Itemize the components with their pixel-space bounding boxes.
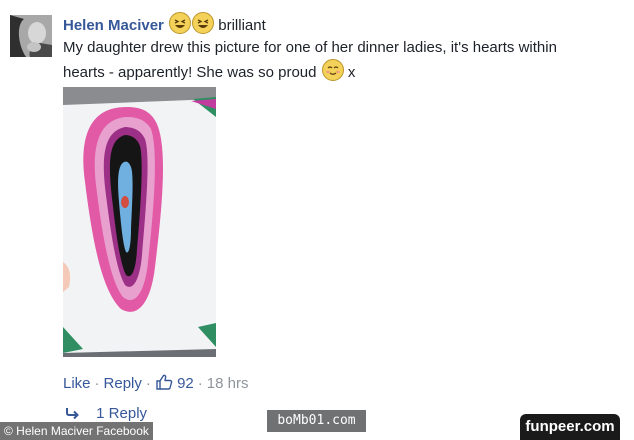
comment-body-suffix: x xyxy=(347,64,356,81)
comment-header: Helen Maciver brilliant xyxy=(63,12,623,37)
timestamp[interactable]: 18 hrs xyxy=(207,375,249,392)
smiling-face-icon xyxy=(321,59,344,81)
comment-body-line: My daughter drew this picture for one of… xyxy=(63,39,557,56)
comment-body-text: hearts - apparently! She was so proud xyxy=(63,64,317,81)
grinning-squint-face-icon xyxy=(169,12,192,34)
comment-body: My daughter drew this picture for one of… xyxy=(63,37,623,84)
grinning-squint-face-icon xyxy=(192,12,215,34)
brand-badge: funpeer.com xyxy=(520,414,620,440)
photo-credit: © Helen Maciver Facebook xyxy=(0,422,153,440)
comment-body-line: hearts - apparently! She was so proud x xyxy=(63,59,623,84)
comment: Helen Maciver brilliant My daughter drew… xyxy=(63,12,623,84)
view-replies[interactable]: 1 Reply xyxy=(66,404,147,424)
avatar[interactable] xyxy=(10,15,52,57)
comment-actions: Like · Reply · 92 · 18 hrs xyxy=(63,373,248,397)
separator: · xyxy=(197,375,203,392)
like-link[interactable]: Like xyxy=(63,375,91,392)
separator: · xyxy=(145,375,151,392)
thumbs-up-icon[interactable] xyxy=(155,373,173,397)
watermark: boMb01.com xyxy=(267,410,366,432)
reply-arrow-icon xyxy=(66,405,84,422)
separator: · xyxy=(94,375,100,392)
like-count[interactable]: 92 xyxy=(177,375,194,392)
reply-link[interactable]: Reply xyxy=(104,375,142,392)
replies-count-link[interactable]: 1 Reply xyxy=(96,405,147,422)
status-text: brilliant xyxy=(218,17,266,34)
attached-photo[interactable] xyxy=(63,87,216,357)
author-name[interactable]: Helen Maciver xyxy=(63,17,164,34)
